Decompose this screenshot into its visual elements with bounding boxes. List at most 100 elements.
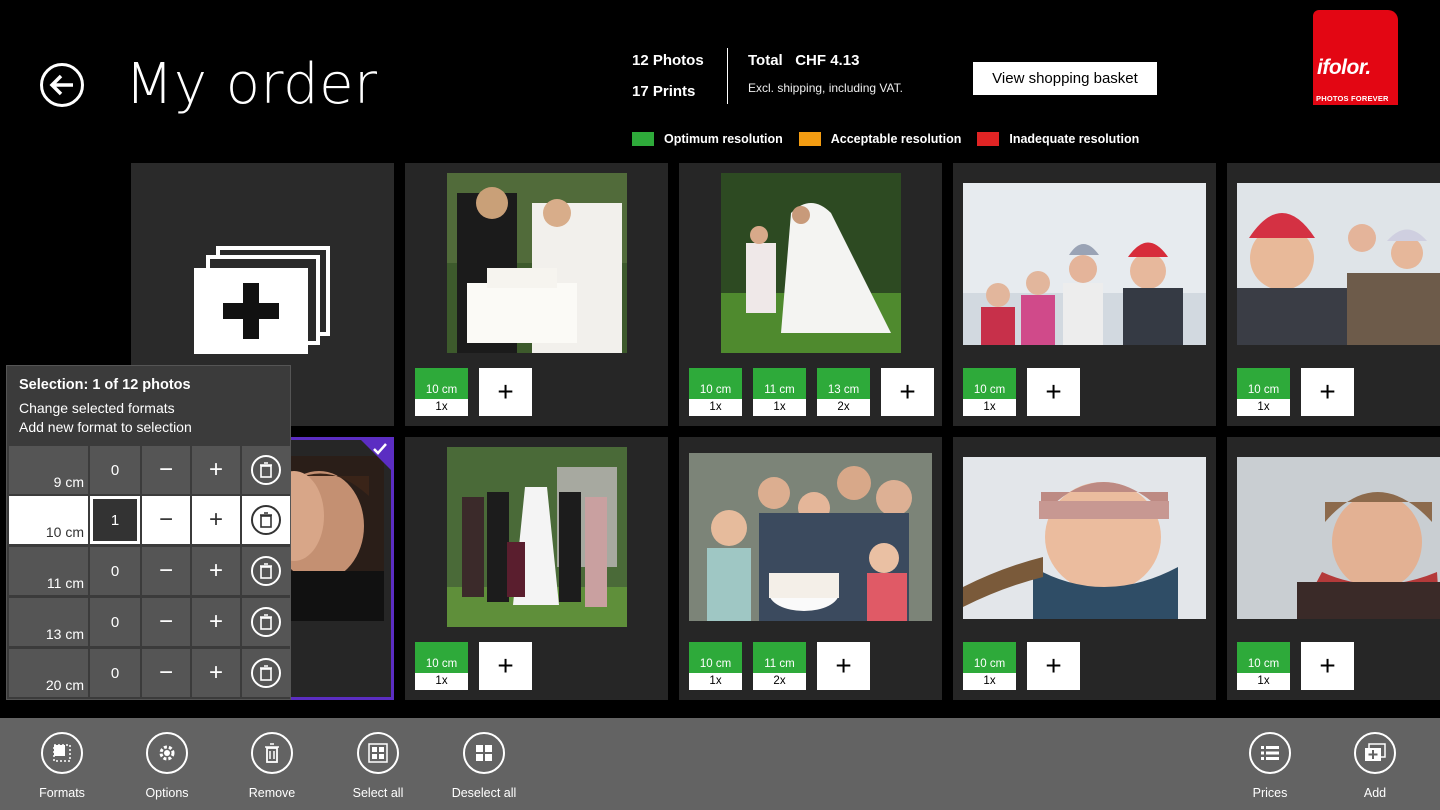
photo-tile[interactable]: 10 cm 1x + <box>405 437 668 700</box>
increase-button[interactable]: + <box>192 446 240 494</box>
trash-icon <box>251 732 293 774</box>
decrease-button[interactable]: − <box>142 649 190 697</box>
decrease-button[interactable]: − <box>142 547 190 595</box>
photo-thumbnail <box>447 447 627 627</box>
increase-button[interactable]: + <box>192 598 240 646</box>
trash-icon <box>251 505 281 535</box>
format-list: 10 cm 1x 11 cm 1x 13 cm 2x + <box>689 368 934 416</box>
add-button[interactable]: Add <box>1335 732 1415 800</box>
add-format-button[interactable]: + <box>1027 368 1080 416</box>
format-row-9cm: 9 cm 0 − + <box>9 446 290 496</box>
resolution-legend: Optimum resolution Acceptable resolution… <box>632 132 1139 146</box>
photo-tile[interactable]: 10 cm 1x + <box>953 437 1216 700</box>
view-shopping-basket-button[interactable]: View shopping basket <box>973 62 1157 95</box>
format-chip[interactable]: 11 cm 2x <box>753 642 806 690</box>
format-size: 9 cm <box>9 446 88 494</box>
format-quantity[interactable]: 0 <box>90 598 140 646</box>
legend-acceptable: Acceptable resolution <box>798 132 961 146</box>
photo-tile[interactable]: 10 cm 1x + <box>1227 437 1440 700</box>
add-photos-icon <box>194 246 330 354</box>
gear-icon <box>146 732 188 774</box>
add-format-button[interactable]: + <box>479 368 532 416</box>
order-summary: 12 Photos 17 Prints <box>632 52 704 114</box>
format-size: 20 cm <box>9 649 88 697</box>
photo-tile[interactable]: 10 cm 1x 11 cm 2x + <box>679 437 942 700</box>
format-chip[interactable]: 10 cm 1x <box>689 368 742 416</box>
format-quantity[interactable]: 0 <box>90 649 140 697</box>
photo-tile[interactable]: 10 cm 1x 11 cm 1x 13 cm 2x + <box>679 163 942 426</box>
format-row-10cm: 10 cm 1 − + <box>9 496 290 546</box>
photo-thumbnail <box>689 453 932 621</box>
increase-button[interactable]: + <box>192 547 240 595</box>
check-icon <box>373 443 387 455</box>
photo-thumbnail <box>721 173 901 353</box>
decrease-button[interactable]: − <box>142 598 190 646</box>
format-chip[interactable]: 10 cm 1x <box>415 368 468 416</box>
remove-button[interactable]: Remove <box>232 732 312 800</box>
selection-popup: Selection: 1 of 12 photos Change selecte… <box>6 365 291 700</box>
add-format-button[interactable]: + <box>1027 642 1080 690</box>
increase-button[interactable]: + <box>192 649 240 697</box>
trash-icon <box>251 607 281 637</box>
trash-icon <box>251 658 281 688</box>
add-format-link[interactable]: Add new format to selection <box>19 419 192 435</box>
add-format-button[interactable]: + <box>881 368 934 416</box>
total-price: Total CHF 4.13 <box>748 52 860 69</box>
format-list: 10 cm 1x 11 cm 2x + <box>689 642 870 690</box>
print-count: 17 Prints <box>632 83 696 100</box>
prices-button[interactable]: Prices <box>1230 732 1310 800</box>
format-quantity[interactable]: 0 <box>90 446 140 494</box>
photo-thumbnail <box>963 183 1206 345</box>
decrease-button[interactable]: − <box>142 446 190 494</box>
format-quantity[interactable]: 1 <box>90 496 140 544</box>
format-list: 10 cm 1x + <box>415 642 532 690</box>
order-total: Total CHF 4.13 Excl. shipping, including… <box>748 52 903 95</box>
deselect-all-button[interactable]: Deselect all <box>444 732 524 800</box>
add-format-button[interactable]: + <box>479 642 532 690</box>
format-row-11cm: 11 cm 0 − + <box>9 547 290 597</box>
app-bar: Formats Options Remove Select all Desele… <box>0 718 1440 810</box>
formats-button[interactable]: Formats <box>22 732 102 800</box>
decrease-button[interactable]: − <box>142 496 190 544</box>
format-chip[interactable]: 10 cm 1x <box>963 642 1016 690</box>
deselect-all-icon <box>463 732 505 774</box>
delete-format-button[interactable] <box>242 598 290 646</box>
photo-tile[interactable]: 10 cm 1x + <box>953 163 1216 426</box>
select-all-icon <box>357 732 399 774</box>
add-format-button[interactable]: + <box>817 642 870 690</box>
select-all-button[interactable]: Select all <box>338 732 418 800</box>
format-quantity[interactable]: 0 <box>90 547 140 595</box>
delete-format-button[interactable] <box>242 496 290 544</box>
format-chip[interactable]: 10 cm 1x <box>689 642 742 690</box>
arrow-left-icon <box>49 74 73 96</box>
delete-format-button[interactable] <box>242 649 290 697</box>
format-chip[interactable]: 10 cm 1x <box>963 368 1016 416</box>
format-chip[interactable]: 10 cm 1x <box>1237 642 1290 690</box>
add-format-button[interactable]: + <box>1301 642 1354 690</box>
back-button[interactable] <box>40 63 84 107</box>
legend-optimum: Optimum resolution <box>632 132 783 146</box>
format-chip[interactable]: 10 cm 1x <box>1237 368 1290 416</box>
photo-tile[interactable]: 10 cm 1x + <box>1227 163 1440 426</box>
add-format-button[interactable]: + <box>1301 368 1354 416</box>
increase-button[interactable]: + <box>192 496 240 544</box>
ifolor-logo: ifolor. PHOTOS FOREVER <box>1313 10 1398 105</box>
change-formats-link[interactable]: Change selected formats <box>19 400 175 416</box>
formats-icon <box>41 732 83 774</box>
list-icon <box>1249 732 1291 774</box>
trash-icon <box>251 455 281 485</box>
trash-icon <box>251 556 281 586</box>
delete-format-button[interactable] <box>242 547 290 595</box>
format-size: 10 cm <box>9 496 88 544</box>
delete-format-button[interactable] <box>242 446 290 494</box>
options-button[interactable]: Options <box>127 732 207 800</box>
format-list: 10 cm 1x + <box>963 642 1080 690</box>
format-chip[interactable]: 13 cm 2x <box>817 368 870 416</box>
add-photo-icon <box>1354 732 1396 774</box>
photo-thumbnail <box>1237 183 1440 345</box>
photo-tile[interactable]: 10 cm 1x + <box>405 163 668 426</box>
format-chip[interactable]: 10 cm 1x <box>415 642 468 690</box>
format-row-13cm: 13 cm 0 − + <box>9 598 290 648</box>
format-chip[interactable]: 11 cm 1x <box>753 368 806 416</box>
format-size: 13 cm <box>9 598 88 646</box>
